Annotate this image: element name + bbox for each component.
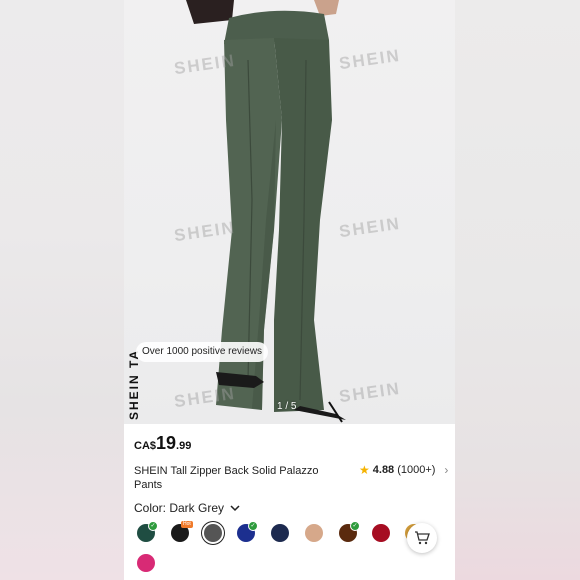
background-blur-right xyxy=(455,0,580,580)
eco-leaf-icon: ✓ xyxy=(248,521,258,531)
color-swatch[interactable] xyxy=(137,554,155,572)
rating-link[interactable]: ★ 4.88 (1000+) › xyxy=(359,463,448,477)
color-label: Color: Dark Grey xyxy=(134,501,225,515)
cart-icon xyxy=(415,531,430,545)
add-to-cart-button[interactable] xyxy=(407,523,437,553)
hot-tag: Hot xyxy=(181,521,193,528)
chevron-down-icon xyxy=(230,504,240,511)
star-icon: ★ xyxy=(359,463,370,477)
color-selector[interactable]: Color: Dark Grey xyxy=(134,501,240,515)
background-blur-left xyxy=(0,0,124,580)
chevron-right-icon: › xyxy=(444,463,449,477)
price-currency: CA$ xyxy=(134,440,157,452)
color-swatch[interactable] xyxy=(271,524,289,542)
color-swatch[interactable] xyxy=(204,524,222,542)
price-decimal: .99 xyxy=(176,440,192,452)
product-image[interactable]: SHEIN SHEIN SHEIN SHEIN SHEIN SHEIN SHEI… xyxy=(124,0,455,424)
price-main: 19 xyxy=(156,433,177,453)
price: CA$19.99 xyxy=(134,433,191,454)
review-badge: Over 1000 positive reviews xyxy=(136,342,269,362)
eco-leaf-icon: ✓ xyxy=(350,521,360,531)
color-swatch[interactable] xyxy=(372,524,390,542)
product-title: SHEIN Tall Zipper Back Solid Palazzo Pan… xyxy=(134,465,319,491)
color-swatch[interactable] xyxy=(305,524,323,542)
product-page: SHEIN SHEIN SHEIN SHEIN SHEIN SHEIN SHEI… xyxy=(124,0,455,580)
image-counter: 1 / 5 xyxy=(277,401,297,412)
rating-count: (1000+) xyxy=(397,464,436,476)
rating-score: 4.88 xyxy=(372,464,395,476)
eco-leaf-icon: ✓ xyxy=(148,521,158,531)
